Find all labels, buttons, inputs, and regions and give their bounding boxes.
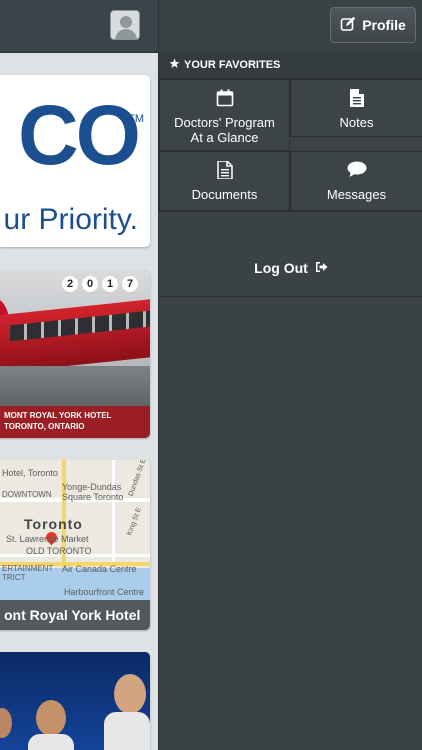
year-digit: 1 (102, 276, 118, 292)
photo-person (36, 700, 66, 736)
tile-label-line2: At a Glance (190, 130, 259, 145)
favorites-header: YOUR FAVORITES (159, 52, 422, 79)
map-caption: ont Royal York Hotel (0, 600, 150, 630)
profile-button[interactable]: Profile (330, 7, 416, 43)
map-city-label: Toronto (24, 516, 83, 532)
sign-out-icon (315, 260, 328, 276)
avatar-head (120, 16, 132, 28)
map-label: Square Toronto (62, 492, 124, 502)
map-label: TRICT (2, 573, 26, 582)
logout-label: Log Out (254, 260, 308, 276)
map-label: OLD TORONTO (26, 546, 92, 556)
event-year: 2 0 1 7 (62, 276, 138, 292)
edit-icon (340, 16, 356, 35)
map-label: Hotel, Toronto (2, 468, 58, 478)
profile-label: Profile (362, 17, 406, 33)
map-label: Air Canada Centre (62, 564, 137, 574)
document-icon (291, 89, 422, 107)
drawer-header: Profile (159, 0, 422, 53)
side-drawer: Profile YOUR FAVORITES Doctors' Program … (158, 0, 422, 750)
avatar[interactable] (110, 10, 140, 40)
calendar-icon (160, 89, 289, 107)
logout-button[interactable]: Log Out (159, 240, 422, 297)
road-image (0, 366, 150, 406)
tile-messages[interactable]: Messages (290, 151, 422, 211)
map-label: Harbourfront Centre (64, 587, 145, 597)
year-digit: 0 (82, 276, 98, 292)
year-digit: 7 (122, 276, 138, 292)
star-icon (169, 58, 180, 72)
main-content: CO TM ur Priority. 2 0 1 7 MONT ROYAL YO… (0, 0, 158, 750)
photo-person-shirt (28, 734, 74, 750)
event-banner: MONT ROYAL YORK HOTEL TORONTO, ONTARIO (0, 406, 150, 438)
tile-notes[interactable]: Notes (290, 79, 422, 137)
map-label: ERTAINMENT (2, 564, 54, 573)
map-road (112, 460, 115, 568)
event-card[interactable]: 2 0 1 7 MONT ROYAL YORK HOTEL TORONTO, O… (0, 270, 150, 438)
tile-label: Notes (339, 115, 374, 130)
map[interactable]: Hotel, Toronto DOWNTOWN Yonge-Dundas Squ… (0, 460, 150, 600)
main-header (0, 0, 158, 53)
map-label: Dundas St E (127, 460, 148, 498)
favorites-header-label: YOUR FAVORITES (184, 59, 281, 71)
document-icon (160, 161, 289, 179)
year-digit: 2 (62, 276, 78, 292)
tile-doctors-program[interactable]: Doctors' Program At a Glance (159, 79, 290, 151)
map-label: DOWNTOWN (2, 490, 52, 499)
chat-bubble-icon (291, 161, 422, 177)
event-venue: MONT ROYAL YORK HOTEL (4, 411, 112, 420)
drawer-divider (159, 211, 422, 241)
tile-label: Messages (326, 187, 387, 202)
event-location: TORONTO, ONTARIO (4, 422, 85, 431)
logo-trademark: TM (128, 113, 144, 125)
avatar-body (115, 29, 137, 39)
map-label: King St E (126, 506, 143, 537)
photo-person (114, 674, 146, 714)
tile-label-line1: Doctors' Program (174, 115, 275, 130)
map-card[interactable]: Hotel, Toronto DOWNTOWN Yonge-Dundas Squ… (0, 460, 150, 630)
tile-documents[interactable]: Documents (159, 151, 290, 211)
logo-tagline: ur Priority. (3, 203, 138, 236)
logo-text: CO (18, 88, 141, 182)
photo-person-shirt (104, 712, 150, 750)
map-label: St. Lawrence Market (6, 534, 89, 544)
map-label: Yonge-Dundas (62, 482, 122, 492)
tile-label: Documents (191, 187, 258, 202)
logo-card[interactable]: CO TM ur Priority. (0, 75, 150, 247)
photo-card[interactable] (0, 652, 150, 750)
